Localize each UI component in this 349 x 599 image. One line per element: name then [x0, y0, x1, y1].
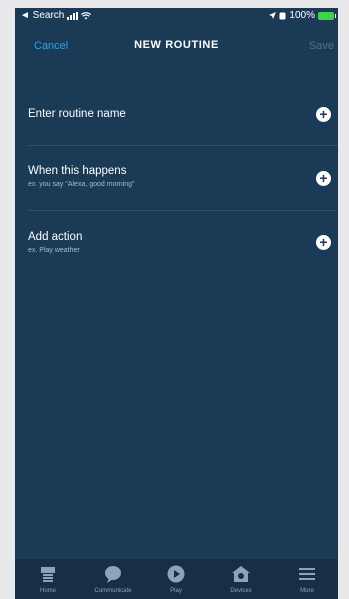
status-right: 100%	[269, 10, 336, 21]
devices-house-icon	[232, 566, 250, 582]
battery-percentage: 100%	[289, 10, 315, 21]
add-action-label: Add action	[28, 231, 83, 243]
when-this-happens-label: When this happens	[28, 165, 127, 177]
row-divider	[28, 145, 338, 146]
routine-name-label: Enter routine name	[28, 108, 126, 120]
chat-bubble-icon	[105, 566, 121, 583]
when-this-happens-row[interactable]: When this happens ex. you say "Alexa, go…	[15, 160, 338, 200]
nav-label-devices: Devices	[230, 588, 252, 594]
wifi-icon	[81, 11, 92, 19]
nav-label-communicate: Communicate	[94, 588, 132, 594]
nav-label-play: Play	[170, 588, 182, 594]
home-icon	[41, 567, 55, 582]
page-title: NEW ROUTINE	[134, 39, 219, 51]
nav-label-home: Home	[39, 588, 56, 594]
add-action-icon[interactable]: +	[316, 235, 331, 250]
cellular-signal-icon	[67, 11, 79, 20]
routine-name-row[interactable]: Enter routine name +	[15, 100, 338, 130]
back-to-search-link[interactable]: ◄ Search	[20, 10, 64, 21]
screenshot-page: ◄ Search 100% Cancel NEW ROUTINE Save En…	[0, 0, 349, 599]
row-divider	[28, 210, 338, 211]
location-arrow-icon	[269, 12, 277, 19]
nav-item-devices[interactable]: Devices	[211, 559, 271, 599]
nav-item-play[interactable]: Play	[146, 559, 206, 599]
when-this-happens-example: ex. you say "Alexa, good morning"	[28, 181, 135, 188]
nav-item-communicate[interactable]: Communicate	[83, 559, 143, 599]
add-routine-name-icon[interactable]: +	[316, 107, 331, 122]
app-screen: ◄ Search 100% Cancel NEW ROUTINE Save En…	[15, 8, 338, 599]
status-left: ◄ Search	[20, 10, 92, 21]
nav-item-home[interactable]: Home	[18, 559, 78, 599]
add-action-example: ex. Play weather	[28, 247, 80, 254]
bottom-nav-bar: Home Communicate Play Devices More	[15, 559, 338, 599]
play-icon	[167, 565, 185, 583]
status-bar: ◄ Search 100%	[15, 8, 338, 24]
nav-label-more: More	[300, 588, 314, 594]
menu-lines-icon	[299, 568, 315, 580]
add-action-row[interactable]: Add action ex. Play weather +	[15, 226, 338, 266]
save-button[interactable]: Save	[309, 40, 334, 52]
alarm-icon	[279, 12, 286, 19]
add-trigger-icon[interactable]: +	[316, 171, 331, 186]
battery-icon	[318, 11, 336, 20]
nav-item-more[interactable]: More	[277, 559, 337, 599]
header-bar: Cancel NEW ROUTINE Save	[15, 36, 338, 58]
